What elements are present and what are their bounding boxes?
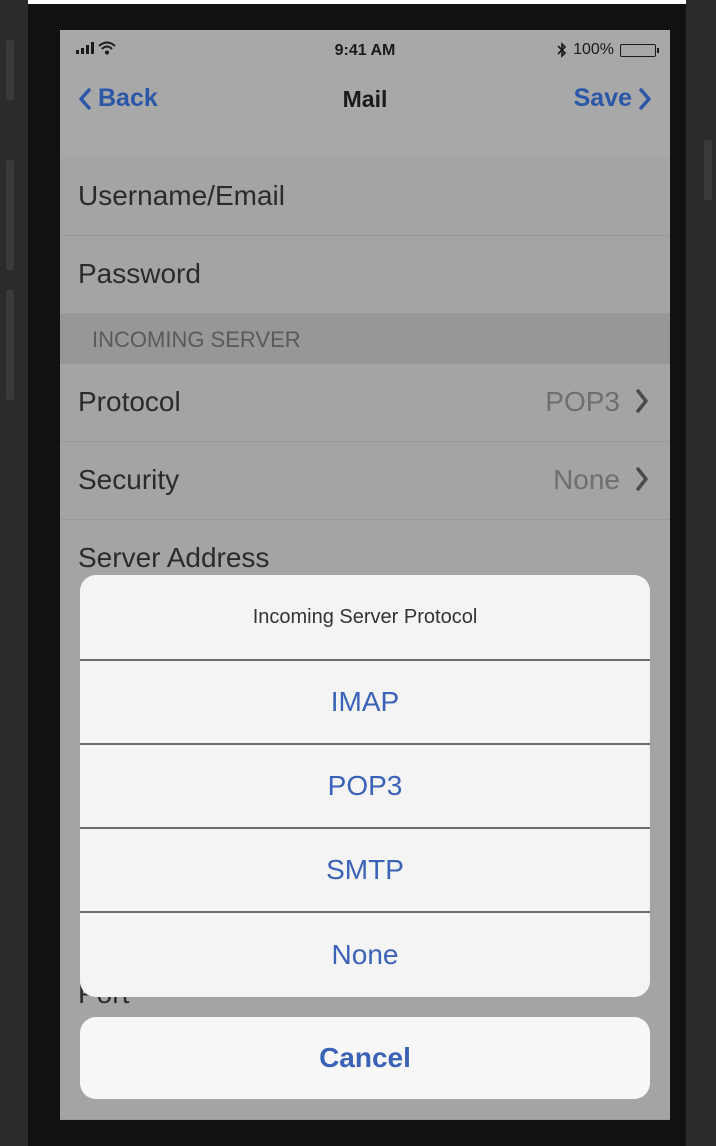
phone-bezel-right: [686, 0, 716, 1146]
navigation-bar: Back Mail Save: [60, 72, 670, 158]
volume-up-button: [6, 160, 14, 270]
server-address-label: Server Address: [78, 542, 270, 573]
status-bar: 9:41 AM 100%: [60, 30, 670, 72]
chevron-right-icon: [639, 87, 651, 110]
security-value: None: [553, 464, 620, 495]
section-header-label: INCOMING SERVER: [92, 327, 301, 352]
protocol-value: POP3: [545, 386, 620, 417]
option-smtp[interactable]: SMTP: [80, 829, 650, 913]
protocol-row[interactable]: Protocol POP3: [60, 364, 670, 442]
cancel-button[interactable]: Cancel: [80, 1017, 650, 1099]
power-button: [704, 140, 712, 200]
protocol-label: Protocol: [78, 386, 181, 417]
chevron-right-icon: [636, 389, 648, 413]
volume-down-button: [6, 290, 14, 400]
chevron-right-icon: [636, 467, 648, 491]
bluetooth-icon: [557, 42, 567, 58]
username-email-label: Username/Email: [78, 180, 285, 211]
password-label: Password: [78, 258, 201, 289]
option-imap[interactable]: IMAP: [80, 661, 650, 745]
password-row[interactable]: Password: [60, 236, 670, 314]
username-email-row[interactable]: Username/Email: [60, 158, 670, 236]
screen: 9:41 AM 100% Back Mail Save Username/Ema…: [60, 30, 670, 1120]
security-label: Security: [78, 464, 180, 495]
battery-percent: 100%: [573, 41, 614, 58]
mute-switch: [6, 40, 14, 100]
incoming-server-section-header: INCOMING SERVER: [60, 314, 670, 364]
save-button[interactable]: Save: [574, 84, 652, 113]
option-none[interactable]: None: [80, 913, 650, 997]
protocol-action-sheet: Incoming Server Protocol IMAP POP3 SMTP …: [80, 575, 650, 997]
action-sheet-title: Incoming Server Protocol: [80, 575, 650, 661]
option-pop3[interactable]: POP3: [80, 745, 650, 829]
battery-icon: [620, 43, 659, 57]
security-row[interactable]: Security None: [60, 442, 670, 520]
save-label: Save: [573, 84, 632, 112]
phone-bezel-left: [0, 0, 28, 1146]
